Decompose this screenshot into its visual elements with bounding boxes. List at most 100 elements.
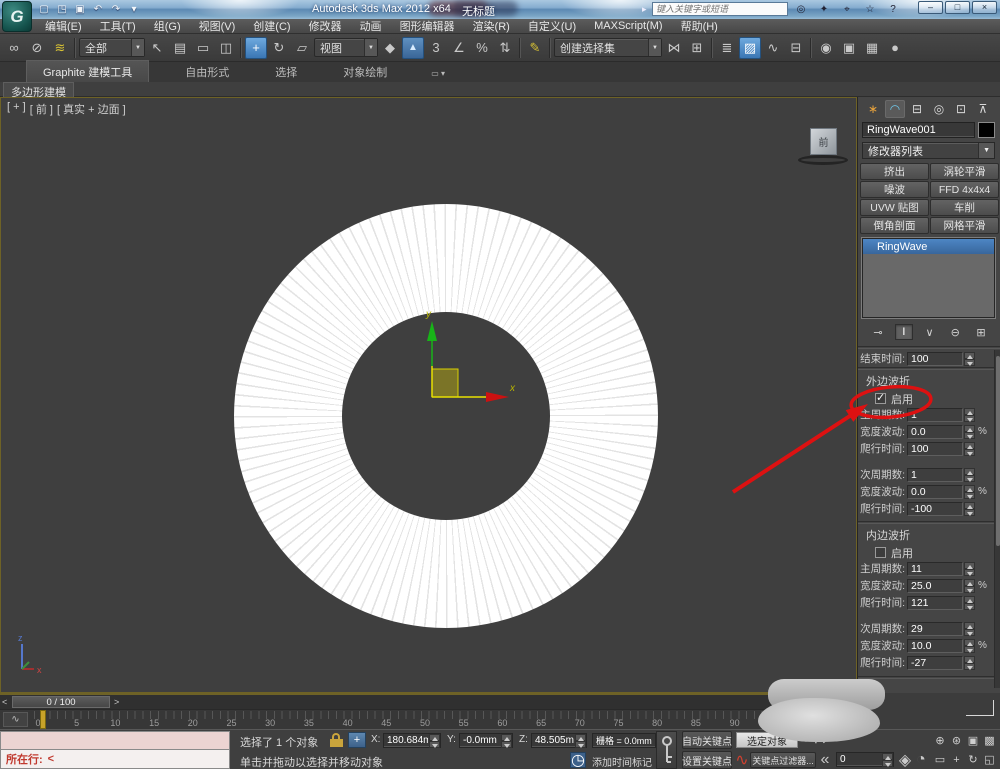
communication-icon[interactable]: ⌖: [840, 2, 854, 16]
tab-selection[interactable]: 选择: [265, 61, 307, 82]
mini-curve-editor-icon[interactable]: ∿: [3, 712, 28, 727]
snap-3d-icon[interactable]: 3: [425, 37, 447, 59]
modifier-list-dropdown[interactable]: 修改器列表 ▼: [862, 142, 995, 159]
zoom-region-icon[interactable]: ▭: [932, 750, 948, 769]
graphite-toggle-icon[interactable]: ▨: [739, 37, 761, 59]
enable-checkbox[interactable]: [875, 393, 886, 404]
mirror-icon[interactable]: ⋈: [663, 37, 685, 59]
spinner-snap-icon[interactable]: ⇅: [494, 37, 516, 59]
ribbon-minimize-icon[interactable]: ▭ ▾: [431, 69, 445, 82]
bind-spacewarp-icon[interactable]: ≋: [49, 37, 71, 59]
redo-icon[interactable]: ↷: [108, 1, 124, 17]
select-and-scale-icon[interactable]: ▱: [291, 37, 313, 59]
next-frame-button[interactable]: >: [114, 697, 119, 707]
auto-key-button[interactable]: 自动关键点: [682, 731, 732, 749]
spinner[interactable]: [964, 442, 975, 456]
spinner[interactable]: [964, 622, 975, 636]
menu-item[interactable]: 图形编辑器: [391, 18, 464, 34]
modifier-button[interactable]: 网格平滑: [930, 217, 999, 234]
selection-lock-icon[interactable]: [330, 733, 343, 747]
angle-snap-icon[interactable]: ∠: [448, 37, 470, 59]
time-tag-icon[interactable]: ◷: [570, 752, 586, 768]
pivot-center-icon[interactable]: ◆: [379, 37, 401, 59]
param-field[interactable]: -100: [907, 502, 963, 516]
remove-modifier-icon[interactable]: ⊖: [946, 324, 964, 340]
spinner[interactable]: [429, 734, 440, 748]
motion-tab-icon[interactable]: ◎: [929, 100, 949, 118]
open-file-icon[interactable]: ◳: [54, 1, 70, 17]
spinner[interactable]: [964, 656, 975, 670]
maxscript-mini-listener[interactable]: [0, 731, 230, 750]
toolbar-item[interactable]: [240, 38, 242, 58]
modify-tab-icon[interactable]: ◠: [885, 100, 905, 118]
unlink-selection-icon[interactable]: ⊘: [26, 37, 48, 59]
qat-menu-icon[interactable]: ▾: [126, 1, 142, 17]
param-field[interactable]: 1: [907, 468, 963, 482]
param-field[interactable]: 121: [907, 596, 963, 610]
select-and-rotate-icon[interactable]: ↻: [268, 37, 290, 59]
pan-icon[interactable]: +: [949, 750, 965, 769]
menu-item[interactable]: 动画: [351, 18, 391, 34]
utilities-tab-icon[interactable]: ⊼: [973, 100, 993, 118]
maximize-button[interactable]: □: [945, 1, 970, 14]
display-tab-icon[interactable]: ⊡: [951, 100, 971, 118]
toolbar-item[interactable]: [711, 38, 713, 58]
configure-modifier-sets-icon[interactable]: ⊞: [972, 324, 990, 340]
param-field[interactable]: 100: [907, 442, 963, 456]
named-selection-dropdown[interactable]: 全部 ▼: [79, 38, 145, 57]
param-field[interactable]: -27: [907, 656, 963, 670]
absolute-mode-icon[interactable]: +: [348, 732, 366, 748]
menu-item[interactable]: 编辑(E): [36, 18, 91, 34]
object-name-field[interactable]: RingWave001: [862, 122, 975, 138]
modifier-button[interactable]: 车削: [930, 199, 999, 216]
search-input[interactable]: [652, 2, 788, 16]
modifier-button[interactable]: 噪波: [860, 181, 929, 198]
save-file-icon[interactable]: ▣: [72, 1, 88, 17]
tab-freeform[interactable]: 自由形式: [175, 61, 239, 82]
spinner[interactable]: [964, 596, 975, 610]
set-key-button[interactable]: 设置关键点: [682, 751, 732, 769]
previous-frame-button[interactable]: <: [2, 697, 7, 707]
zoom-all-icon[interactable]: ⊛: [949, 731, 965, 750]
render-icon[interactable]: ●: [884, 37, 906, 59]
selection-set-dropdown[interactable]: 创建选择集 ▼: [554, 38, 662, 57]
menu-item[interactable]: MAXScript(M): [585, 20, 671, 32]
modifier-button[interactable]: 挤出: [860, 163, 929, 180]
spinner[interactable]: [882, 753, 893, 767]
param-field[interactable]: 0.0: [907, 485, 963, 499]
key-mode-icon[interactable]: ◈: [898, 753, 912, 767]
select-and-move-icon[interactable]: +: [245, 37, 267, 59]
param-field[interactable]: 1: [907, 408, 963, 422]
new-file-icon[interactable]: ▢: [36, 1, 52, 17]
minimize-button[interactable]: –: [918, 1, 943, 14]
current-frame-field[interactable]: 0: [836, 752, 894, 767]
pin-stack-icon[interactable]: ⊸: [869, 324, 887, 340]
schematic-view-icon[interactable]: ⊟: [785, 37, 807, 59]
key-filters-curve-icon[interactable]: ∿: [736, 754, 748, 766]
material-editor-icon[interactable]: ◉: [815, 37, 837, 59]
viewport-menu-general[interactable]: +: [7, 101, 26, 117]
menu-item[interactable]: 自定义(U): [519, 18, 585, 34]
object-color-swatch[interactable]: [978, 122, 995, 138]
keyboard-override-icon[interactable]: ✎: [524, 37, 546, 59]
favorites-icon[interactable]: ☆: [863, 2, 877, 16]
render-setup-icon[interactable]: ▣: [838, 37, 860, 59]
enable-checkbox[interactable]: [875, 547, 886, 558]
view-cube[interactable]: 前: [797, 128, 851, 172]
menu-item[interactable]: 视图(V): [190, 18, 245, 34]
time-config-icon[interactable]: ◔: [914, 753, 928, 767]
toolbar-item[interactable]: [549, 38, 551, 58]
modifier-stack[interactable]: RingWave: [862, 238, 995, 318]
key-filters-button[interactable]: 关键点过滤器...: [750, 752, 816, 768]
viewport-menu-shading[interactable]: 真实 + 边面: [57, 101, 126, 117]
create-tab-icon[interactable]: ∗: [863, 100, 883, 118]
stack-item-ringwave[interactable]: RingWave: [863, 239, 994, 254]
viewport-menu-view[interactable]: 前: [30, 101, 53, 117]
spinner[interactable]: [575, 734, 586, 748]
toolbar-item[interactable]: [519, 38, 521, 58]
param-field[interactable]: 10.0: [907, 639, 963, 653]
front-viewport[interactable]: + 前 真实 + 边面 前: [0, 97, 857, 693]
modifier-button[interactable]: UVW 贴图: [860, 199, 929, 216]
toolbar-item[interactable]: [74, 38, 76, 58]
spinner[interactable]: [964, 579, 975, 593]
